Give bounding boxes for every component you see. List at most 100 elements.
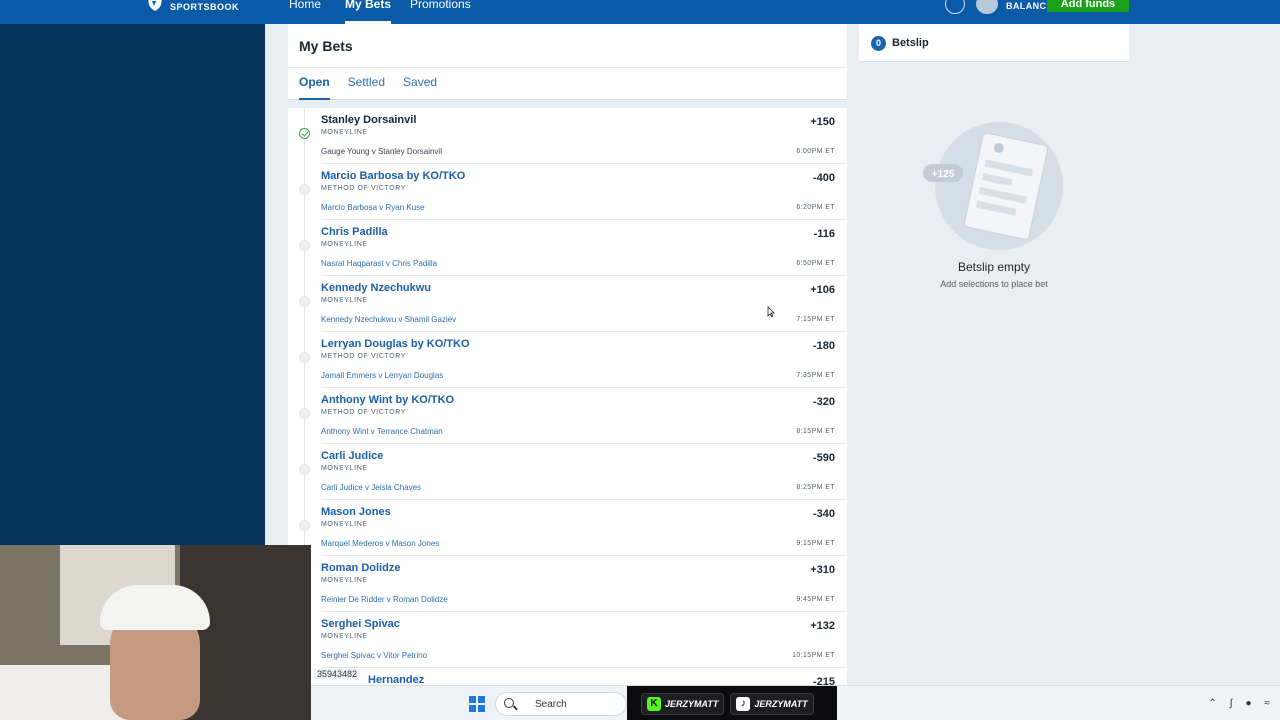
- bet-odds: +310: [810, 564, 835, 576]
- bet-market: METHOD OF VICTORY: [321, 409, 407, 416]
- betslip-header[interactable]: 0 Betslip: [859, 24, 1129, 62]
- my-bets-panel: My Bets Open Settled Saved Stanley Dorsa…: [265, 24, 859, 688]
- bet-row[interactable]: Mason Jones MONEYLINE Marquel Mederos v …: [288, 500, 847, 556]
- bet-odds: -340: [812, 508, 835, 520]
- bet-event[interactable]: Jamall Emmers v Lerryan Douglas: [321, 371, 443, 380]
- bet-event[interactable]: Anthony Wint v Terrance Chatman: [321, 427, 443, 436]
- bet-tabs: Open Settled Saved: [299, 75, 437, 100]
- bet-selection[interactable]: Serghei Spivac: [321, 618, 400, 630]
- chevron-up-icon[interactable]: ⌃: [1208, 698, 1216, 709]
- nav-promotions-link[interactable]: Promotions: [410, 0, 471, 24]
- bet-time: 6:50PM ET: [796, 260, 835, 267]
- tab-saved[interactable]: Saved: [403, 75, 437, 100]
- bet-time: 8:15PM ET: [796, 428, 835, 435]
- social-handles-overlay: K JERZYMATT ♪ JERZYMATT: [627, 686, 837, 720]
- bet-market: MONEYLINE: [321, 129, 368, 136]
- wifi-icon[interactable]: ≈: [1265, 698, 1271, 709]
- bet-market: MONEYLINE: [321, 633, 368, 640]
- bet-odds: -590: [812, 452, 835, 464]
- bet-odds: -116: [813, 228, 835, 240]
- bet-row[interactable]: Stanley Dorsainvil MONEYLINE Gauge Young…: [288, 108, 847, 164]
- checkmark-icon: [299, 128, 310, 139]
- bet-list[interactable]: Stanley Dorsainvil MONEYLINE Gauge Young…: [288, 108, 847, 688]
- bet-odds: +150: [810, 116, 835, 128]
- page-title: My Bets: [299, 38, 353, 54]
- bet-event[interactable]: Reinier De Ridder v Roman Dolidze: [321, 595, 448, 604]
- bet-market: METHOD OF VICTORY: [321, 185, 407, 192]
- bet-event[interactable]: Serghei Spivac v Vitor Petrino: [321, 651, 427, 660]
- bet-odds: -320: [812, 396, 835, 408]
- status-dot-icon: [299, 184, 310, 195]
- betslip-empty-title: Betslip empty: [957, 260, 1031, 274]
- bet-time: 6:20PM ET: [796, 204, 835, 211]
- kick-icon: K: [647, 696, 661, 711]
- bet-event[interactable]: Nasrat Haqparast v Chris Padilla: [321, 259, 437, 268]
- search-icon: [504, 698, 514, 708]
- microphone-icon[interactable]: ●: [1245, 698, 1251, 709]
- status-dot-icon: [299, 520, 310, 531]
- tab-settled[interactable]: Settled: [348, 75, 385, 100]
- bet-selection[interactable]: Roman Dolidze: [321, 562, 400, 574]
- balance-label[interactable]: BALANCE: [1006, 1, 1053, 11]
- overlay-id-label: 35943482: [314, 669, 361, 679]
- bet-market: MONEYLINE: [321, 465, 368, 472]
- bet-row[interactable]: Roman Dolidze MONEYLINE Reinier De Ridde…: [288, 556, 847, 612]
- shield-logo-icon: [148, 0, 162, 11]
- bet-row[interactable]: Anthony Wint by KO/TKO METHOD OF VICTORY…: [288, 388, 847, 444]
- status-dot-icon: [299, 464, 310, 475]
- bet-market: MONEYLINE: [321, 297, 368, 304]
- bet-row[interactable]: Chris Padilla MONEYLINE Nasrat Haqparast…: [288, 220, 847, 276]
- bet-selection[interactable]: Mason Jones: [321, 506, 391, 518]
- bet-selection[interactable]: Anthony Wint by KO/TKO: [321, 394, 454, 406]
- search-icon[interactable]: [945, 0, 965, 14]
- tiktok-icon: ♪: [736, 696, 751, 711]
- betslip-title: Betslip: [892, 37, 929, 49]
- bet-row[interactable]: Lerryan Douglas by KO/TKO METHOD OF VICT…: [288, 332, 847, 388]
- status-dot-icon: [299, 352, 310, 363]
- bet-event[interactable]: Carli Judice v Jeisla Chaves: [321, 483, 421, 492]
- bet-time: 7:15PM ET: [796, 316, 835, 323]
- bet-odds: -180: [812, 340, 835, 352]
- bet-time: 6:00PM ET: [796, 148, 835, 155]
- betslip-empty-subtitle: Add selections to place bet: [940, 279, 1048, 289]
- webcam-cap: [100, 585, 210, 630]
- add-funds-button[interactable]: Add funds: [1047, 0, 1129, 12]
- my-bets-header: My Bets Open Settled Saved: [288, 24, 847, 100]
- bet-event[interactable]: Marcio Barbosa v Ryan Kuse: [321, 203, 425, 212]
- bet-odds: -400: [812, 172, 835, 184]
- account-avatar[interactable]: [976, 0, 998, 14]
- bet-row[interactable]: Marcio Barbosa by KO/TKO METHOD OF VICTO…: [288, 164, 847, 220]
- windows-start-icon[interactable]: [469, 696, 485, 712]
- tab-open[interactable]: Open: [299, 75, 330, 100]
- betslip-count-badge: 0: [871, 36, 886, 51]
- bet-time: 8:25PM ET: [796, 484, 835, 491]
- divider: [288, 67, 847, 68]
- bet-time: 9:15PM ET: [796, 540, 835, 547]
- bet-row[interactable]: Carli Judice MONEYLINE Carli Judice v Je…: [288, 444, 847, 500]
- nav-my-bets-link[interactable]: My Bets: [345, 0, 392, 24]
- bet-selection[interactable]: Lerryan Douglas by KO/TKO: [321, 338, 470, 350]
- bet-selection[interactable]: Chris Padilla: [321, 226, 388, 238]
- bet-row[interactable]: Kennedy Nzechukwu MONEYLINE Kennedy Nzec…: [288, 276, 847, 332]
- bet-selection[interactable]: Kennedy Nzechukwu: [321, 282, 431, 294]
- bluetooth-icon[interactable]: ∫: [1230, 698, 1233, 709]
- bet-market: METHOD OF VICTORY: [321, 353, 407, 360]
- bet-row[interactable]: Serghei Spivac MONEYLINE Serghei Spivac …: [288, 612, 847, 668]
- bet-selection[interactable]: Marcio Barbosa by KO/TKO: [321, 170, 465, 182]
- bet-event: Gauge Young v Stanley Dorsainvil: [321, 147, 442, 156]
- status-dot-icon: [299, 296, 310, 307]
- bet-event[interactable]: Marquel Mederos v Mason Jones: [321, 539, 439, 548]
- bet-selection[interactable]: Carli Judice: [321, 450, 383, 462]
- sportsbook-logo[interactable]: SPORTSBOOK: [146, 0, 239, 12]
- nav-home-link[interactable]: Home: [289, 0, 321, 24]
- betslip-panel: 0 Betslip +125 Betslip empty Add selecti…: [859, 24, 1129, 684]
- bet-odds: +132: [810, 620, 835, 632]
- bet-event[interactable]: Kennedy Nzechukwu v Shamil Gaziev: [321, 315, 456, 324]
- system-tray: ⌃ ∫ ● ≈: [1208, 698, 1270, 709]
- bet-time: 10:15PM ET: [792, 652, 835, 659]
- brand-name: SPORTSBOOK: [170, 2, 240, 12]
- illustration-odds: +125: [932, 169, 955, 180]
- taskbar-search[interactable]: Search: [495, 692, 627, 716]
- status-dot-icon: [299, 240, 310, 251]
- bet-time: 7:35PM ET: [796, 372, 835, 379]
